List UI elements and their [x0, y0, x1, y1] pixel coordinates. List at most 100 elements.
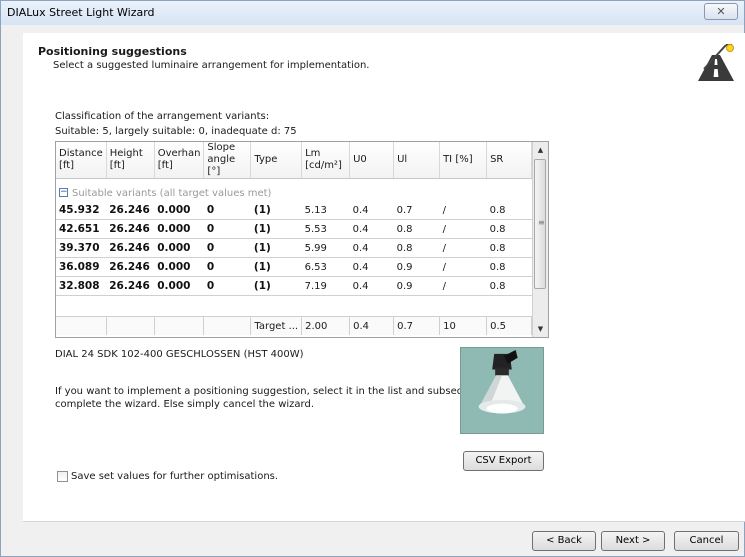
- cell: 0.4: [349, 201, 394, 220]
- cell: [106, 316, 155, 335]
- close-icon: ✕: [716, 5, 726, 18]
- cell: 0.4: [349, 316, 395, 335]
- cell: 0.000: [154, 201, 204, 220]
- column-header[interactable]: Type: [250, 142, 303, 179]
- cell: 0.8: [486, 219, 532, 239]
- cell: 45.932: [56, 201, 107, 220]
- instruction-text-line2: complete the wizard. Else simply cancel …: [55, 399, 314, 410]
- title-bar[interactable]: DIALux Street Light Wizard ✕: [1, 1, 744, 25]
- column-header[interactable]: Lm [cd/m²]: [301, 142, 351, 179]
- table-row[interactable]: 36.089 26.246 0.000 0 (1) 6.53 0.4 0.9 /…: [56, 257, 532, 277]
- luminaire-image: [460, 347, 544, 434]
- column-header[interactable]: Distance [ft]: [56, 142, 107, 179]
- cell: (1): [250, 219, 302, 239]
- cell: (1): [250, 276, 302, 296]
- column-header[interactable]: SR: [486, 142, 533, 179]
- cell: Target ...: [250, 316, 303, 335]
- cell: 0.000: [154, 238, 204, 258]
- group-row[interactable]: − Suitable variants (all target values me…: [56, 185, 532, 201]
- cell: 39.370: [56, 238, 107, 258]
- cell: 42.651: [56, 219, 107, 239]
- cell: 0.7: [393, 201, 440, 220]
- cell: /: [439, 257, 487, 277]
- table-row[interactable]: 39.370 26.246 0.000 0 (1) 5.99 0.4 0.8 /…: [56, 238, 532, 258]
- scrollbar-thumb[interactable]: ≡: [534, 159, 546, 289]
- suggestions-table: Distance [ft] Height [ft] Overhan [ft] S…: [56, 142, 533, 335]
- wizard-content: Classification of the arrangement varian…: [23, 97, 745, 521]
- table-row-empty: [56, 295, 532, 317]
- column-header[interactable]: TI [%]: [439, 142, 488, 179]
- cell: 7.19: [301, 276, 350, 296]
- suggestions-grid[interactable]: Distance [ft] Height [ft] Overhan [ft] S…: [55, 141, 549, 338]
- cell: [203, 316, 252, 335]
- save-values-checkbox[interactable]: [57, 471, 68, 482]
- group-label: Suitable variants (all target values met…: [72, 187, 272, 199]
- cell: 0.8: [393, 238, 440, 258]
- close-button[interactable]: ✕: [704, 3, 738, 20]
- road-icon: [698, 44, 734, 81]
- table-header-row: Distance [ft] Height [ft] Overhan [ft] S…: [56, 142, 533, 179]
- cell: 0.8: [486, 276, 532, 296]
- column-header[interactable]: U0: [349, 142, 395, 179]
- cell: 26.246: [106, 257, 155, 277]
- back-button[interactable]: < Back: [532, 531, 596, 551]
- column-header[interactable]: Overhan [ft]: [154, 142, 205, 179]
- cell: 0.8: [486, 201, 532, 220]
- cell: 0.4: [349, 238, 394, 258]
- scroll-down-icon[interactable]: ▼: [533, 321, 548, 337]
- cell: /: [439, 219, 487, 239]
- csv-export-button[interactable]: CSV Export: [463, 451, 544, 471]
- cell: 0: [203, 276, 251, 296]
- cell: 0.000: [154, 276, 204, 296]
- cell: 10: [439, 316, 488, 335]
- cell: 0: [203, 238, 251, 258]
- cell: 6.53: [301, 257, 350, 277]
- cell: (1): [250, 201, 302, 220]
- target-row: Target ... 2.00 0.4 0.7 10 0.5: [56, 316, 533, 335]
- cell: 26.246: [106, 238, 155, 258]
- cell: 0.4: [349, 257, 394, 277]
- cell: 0.8: [486, 238, 532, 258]
- cell: 0.4: [349, 276, 394, 296]
- collapse-icon[interactable]: −: [59, 188, 68, 197]
- cell: 26.246: [106, 276, 155, 296]
- next-button[interactable]: Next >: [601, 531, 665, 551]
- cell: 0.4: [349, 219, 394, 239]
- cell: 0.9: [393, 257, 440, 277]
- vertical-scrollbar[interactable]: ▲ ≡ ▼: [532, 142, 548, 337]
- page-subtitle: Select a suggested luminaire arrangement…: [53, 60, 370, 71]
- cell: 26.246: [106, 201, 155, 220]
- cell: /: [439, 201, 487, 220]
- cancel-button[interactable]: Cancel: [674, 531, 739, 551]
- column-header[interactable]: Slope angle [°]: [203, 142, 252, 179]
- cell: 2.00: [301, 316, 351, 335]
- cell: 0.8: [486, 257, 532, 277]
- cell: 5.99: [301, 238, 350, 258]
- page-title: Positioning suggestions: [38, 45, 187, 58]
- table-row[interactable]: 45.932 26.246 0.000 0 (1) 5.13 0.4 0.7 /…: [56, 201, 532, 220]
- save-values-label: Save set values for further optimisation…: [71, 471, 279, 482]
- column-header[interactable]: Ul: [393, 142, 441, 179]
- column-header[interactable]: Height [ft]: [106, 142, 155, 179]
- table-row[interactable]: 42.651 26.246 0.000 0 (1) 5.53 0.4 0.8 /…: [56, 219, 532, 239]
- instruction-text-line1: If you want to implement a positioning s…: [55, 386, 495, 397]
- grip-icon: ≡: [538, 218, 545, 227]
- cell: 5.53: [301, 219, 350, 239]
- cell: 0.5: [486, 316, 533, 335]
- footer-divider: [23, 521, 745, 522]
- cell: 0.7: [393, 316, 441, 335]
- cell: /: [439, 276, 487, 296]
- cell: 0.9: [393, 276, 440, 296]
- cell: (1): [250, 257, 302, 277]
- cell: 0: [203, 219, 251, 239]
- cell: 0.000: [154, 219, 204, 239]
- cell: 5.13: [301, 201, 350, 220]
- cell: 0.8: [393, 219, 440, 239]
- table-row[interactable]: 32.808 26.246 0.000 0 (1) 7.19 0.4 0.9 /…: [56, 276, 532, 296]
- cell: 26.246: [106, 219, 155, 239]
- window-title: DIALux Street Light Wizard: [7, 6, 155, 19]
- scroll-up-icon[interactable]: ▲: [533, 142, 548, 158]
- cell: 0.000: [154, 257, 204, 277]
- wizard-window: DIALux Street Light Wizard ✕ Positioning…: [0, 0, 745, 557]
- cell: 0: [203, 201, 251, 220]
